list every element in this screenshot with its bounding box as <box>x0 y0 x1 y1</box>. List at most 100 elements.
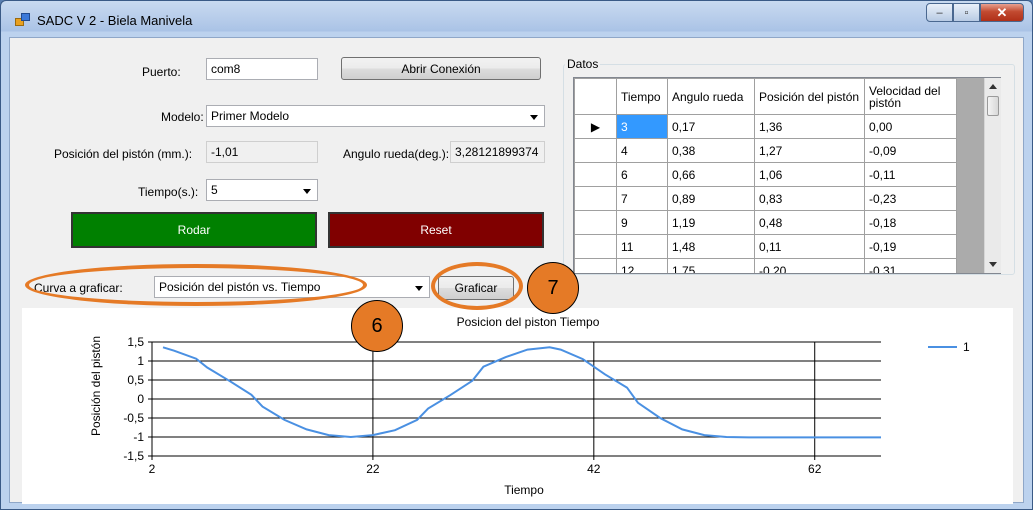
modelo-select[interactable]: Primer Modelo <box>206 105 545 127</box>
x-axis-label: Tiempo <box>504 483 544 497</box>
scroll-down-icon[interactable] <box>989 262 997 267</box>
table-cell[interactable]: 0,83 <box>754 186 865 211</box>
datos-grid[interactable]: Tiempo Angulo rueda Posición del pistón … <box>573 77 1001 274</box>
table-row[interactable]: 9 1,19 0,48 -0,18 <box>574 210 957 235</box>
y-tick-label: 1 <box>137 354 144 368</box>
modelo-selected-value: Primer Modelo <box>211 109 290 123</box>
y-tick-label: 0 <box>137 392 144 406</box>
row-header[interactable] <box>574 186 617 211</box>
row-header[interactable] <box>574 210 617 235</box>
datos-title: Datos <box>565 57 601 71</box>
scroll-up-icon[interactable] <box>989 84 997 89</box>
table-cell[interactable]: 1,06 <box>754 162 865 187</box>
y-axis-label: Posición del pistón <box>89 336 103 436</box>
tiempo-selected-value: 5 <box>211 183 218 197</box>
y-tick-label: -0,5 <box>123 411 144 425</box>
table-row[interactable]: 7 0,89 0,83 -0,23 <box>574 186 957 211</box>
table-cell[interactable]: 1,27 <box>754 138 865 163</box>
posicion-label: Posición del pistón (mm.): <box>54 147 193 161</box>
annotation-number-6: 6 <box>351 300 403 352</box>
row-header[interactable] <box>574 138 617 163</box>
table-cell[interactable]: 11 <box>616 234 668 259</box>
chevron-down-icon <box>303 189 311 194</box>
minimize-icon: ‒ <box>936 6 943 19</box>
table-row[interactable]: 4 0,38 1,27 -0,09 <box>574 138 957 163</box>
column-header[interactable]: Velocidad del pistón <box>864 78 957 115</box>
y-tick-label: -1,5 <box>123 449 144 463</box>
posicion-value: -1,01 <box>206 141 318 163</box>
puerto-input[interactable]: com8 <box>206 58 318 80</box>
x-tick-label: 2 <box>149 462 156 476</box>
tiempo-label: Tiempo(s.): <box>138 185 199 199</box>
maximize-button[interactable]: ▫ <box>953 3 980 22</box>
table-cell[interactable]: -0,23 <box>864 186 957 211</box>
table-cell[interactable]: -0,11 <box>864 162 957 187</box>
main-window: SADC V 2 - Biela Manivela ‒ ▫ ✕ Puerto: … <box>0 0 1033 510</box>
title-bar[interactable]: SADC V 2 - Biela Manivela ‒ ▫ ✕ <box>1 1 1032 35</box>
tiempo-select[interactable]: 5 <box>206 179 318 201</box>
table-cell[interactable]: 9 <box>616 210 668 235</box>
column-header[interactable]: Tiempo <box>616 78 668 115</box>
table-cell[interactable]: -0,09 <box>864 138 957 163</box>
window-title: SADC V 2 - Biela Manivela <box>37 13 193 28</box>
table-cell[interactable]: -0,20 <box>754 258 865 273</box>
reset-button[interactable]: Reset <box>328 212 544 248</box>
puerto-label: Puerto: <box>142 65 181 79</box>
datos-scrollbar[interactable] <box>984 78 1001 273</box>
chart-panel: Posicion del piston Tiempo 1,5 1 0,5 0 -0,5 -… <box>22 308 1013 504</box>
y-tick-label: 0,5 <box>127 373 144 387</box>
table-cell[interactable]: 0,11 <box>754 234 865 259</box>
datos-header-row: Tiempo Angulo rueda Posición del pistón … <box>574 78 957 115</box>
table-cell[interactable]: 3 <box>616 114 668 139</box>
window-controls: ‒ ▫ ✕ <box>926 3 1024 22</box>
current-row-icon: ▶ <box>574 114 617 139</box>
table-cell[interactable]: 0,89 <box>667 186 755 211</box>
form-client-area: Puerto: com8 Abrir Conexión Modelo: Prim… <box>9 37 1024 504</box>
table-row[interactable]: 6 0,66 1,06 -0,11 <box>574 162 957 187</box>
close-icon: ✕ <box>996 4 1008 20</box>
table-cell[interactable]: 1,19 <box>667 210 755 235</box>
table-cell[interactable]: 0,66 <box>667 162 755 187</box>
table-cell[interactable]: 0,00 <box>864 114 957 139</box>
chevron-down-icon <box>415 286 423 291</box>
table-cell[interactable]: -0,18 <box>864 210 957 235</box>
app-icon <box>15 13 31 26</box>
angulo-value: 3,28121899374 <box>450 141 545 163</box>
abrir-conexion-button[interactable]: Abrir Conexión <box>341 57 541 80</box>
table-cell[interactable]: 1,48 <box>667 234 755 259</box>
table-cell[interactable]: -0,31 <box>864 258 957 273</box>
column-header[interactable]: Angulo rueda <box>667 78 755 115</box>
scroll-thumb[interactable] <box>987 96 999 116</box>
chart-title: Posicion del piston Tiempo <box>457 315 600 329</box>
row-header[interactable] <box>574 258 617 273</box>
close-button[interactable]: ✕ <box>980 3 1024 22</box>
annotation-ellipse-graficar <box>431 262 523 310</box>
maximize-icon: ▫ <box>964 6 969 19</box>
table-cell[interactable]: 4 <box>616 138 668 163</box>
x-tick-label: 22 <box>366 462 380 476</box>
row-header[interactable] <box>574 162 617 187</box>
angulo-label: Angulo rueda(deg.): <box>343 147 450 161</box>
table-cell[interactable]: 7 <box>616 186 668 211</box>
table-cell[interactable]: 6 <box>616 162 668 187</box>
table-row[interactable]: ▶ 3 0,17 1,36 0,00 <box>574 114 957 139</box>
table-cell[interactable]: 0,38 <box>667 138 755 163</box>
rodar-button[interactable]: Rodar <box>71 212 317 248</box>
table-cell[interactable]: 1,75 <box>667 258 755 273</box>
table-row[interactable]: 12 1,75 -0,20 -0,31 <box>574 258 957 273</box>
table-cell[interactable]: 0,17 <box>667 114 755 139</box>
modelo-label: Modelo: <box>161 110 204 124</box>
column-header[interactable]: Posición del pistón <box>754 78 865 115</box>
datos-table: Tiempo Angulo rueda Posición del pistón … <box>574 78 957 273</box>
row-header[interactable] <box>574 234 617 259</box>
minimize-button[interactable]: ‒ <box>926 3 953 22</box>
chevron-down-icon <box>530 115 538 120</box>
table-cell[interactable]: 0,48 <box>754 210 865 235</box>
table-cell[interactable]: -0,19 <box>864 234 957 259</box>
table-row[interactable]: 11 1,48 0,11 -0,19 <box>574 234 957 259</box>
table-cell[interactable]: 1,36 <box>754 114 865 139</box>
chart: Posicion del piston Tiempo 1,5 1 0,5 0 -0,5 -… <box>89 315 970 497</box>
table-cell[interactable]: 12 <box>616 258 668 273</box>
x-tick-label: 62 <box>808 462 822 476</box>
annotation-number-7: 7 <box>527 262 579 314</box>
